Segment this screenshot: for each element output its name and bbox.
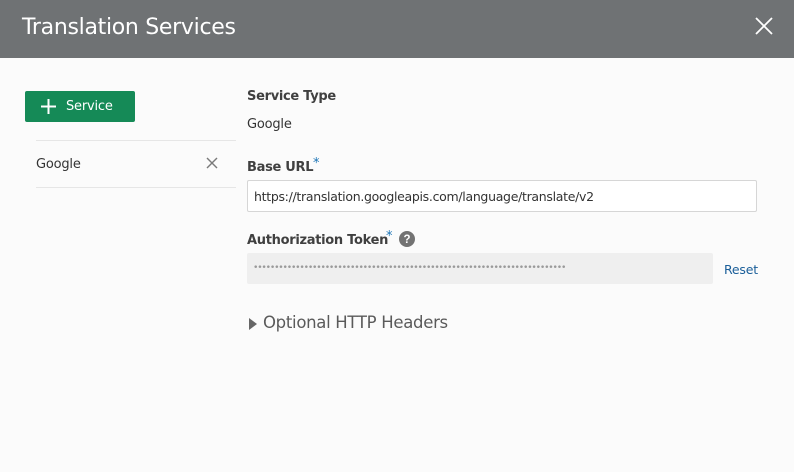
optional-http-headers-label: Optional HTTP Headers <box>263 313 448 332</box>
add-service-button[interactable]: Service <box>25 91 135 122</box>
auth-token-field[interactable]: ••••••••••••••••••••••••••••••••••••••••… <box>247 253 713 284</box>
auth-token-label: Authorization Token <box>247 233 389 248</box>
dialog-header: Translation Services <box>0 0 794 58</box>
service-list-divider <box>36 187 236 188</box>
reset-token-link[interactable]: Reset <box>724 262 758 278</box>
base-url-required-mark: * <box>313 156 320 171</box>
service-item-name: Google <box>36 157 81 172</box>
auth-token-required-mark: * <box>386 229 393 244</box>
dialog-title: Translation Services <box>22 15 236 40</box>
auth-token-help-button[interactable]: ? <box>399 231 415 247</box>
expand-triangle-icon <box>249 318 257 330</box>
service-type-label: Service Type <box>247 89 336 104</box>
service-list-item[interactable]: Google <box>36 141 236 187</box>
base-url-input[interactable] <box>247 180 757 212</box>
service-type-value: Google <box>247 117 292 132</box>
svg-text:?: ? <box>403 234 410 246</box>
close-icon <box>755 17 773 35</box>
add-service-label: Service <box>66 99 113 114</box>
close-button[interactable] <box>750 12 778 40</box>
help-icon: ? <box>399 231 415 247</box>
base-url-label: Base URL <box>247 160 314 175</box>
remove-service-button[interactable] <box>205 155 219 169</box>
translation-services-dialog: Translation Services Service Google Serv… <box>0 0 794 472</box>
plus-icon <box>41 99 56 114</box>
auth-token-masked-value: ••••••••••••••••••••••••••••••••••••••••… <box>253 263 566 273</box>
close-icon <box>206 157 218 169</box>
